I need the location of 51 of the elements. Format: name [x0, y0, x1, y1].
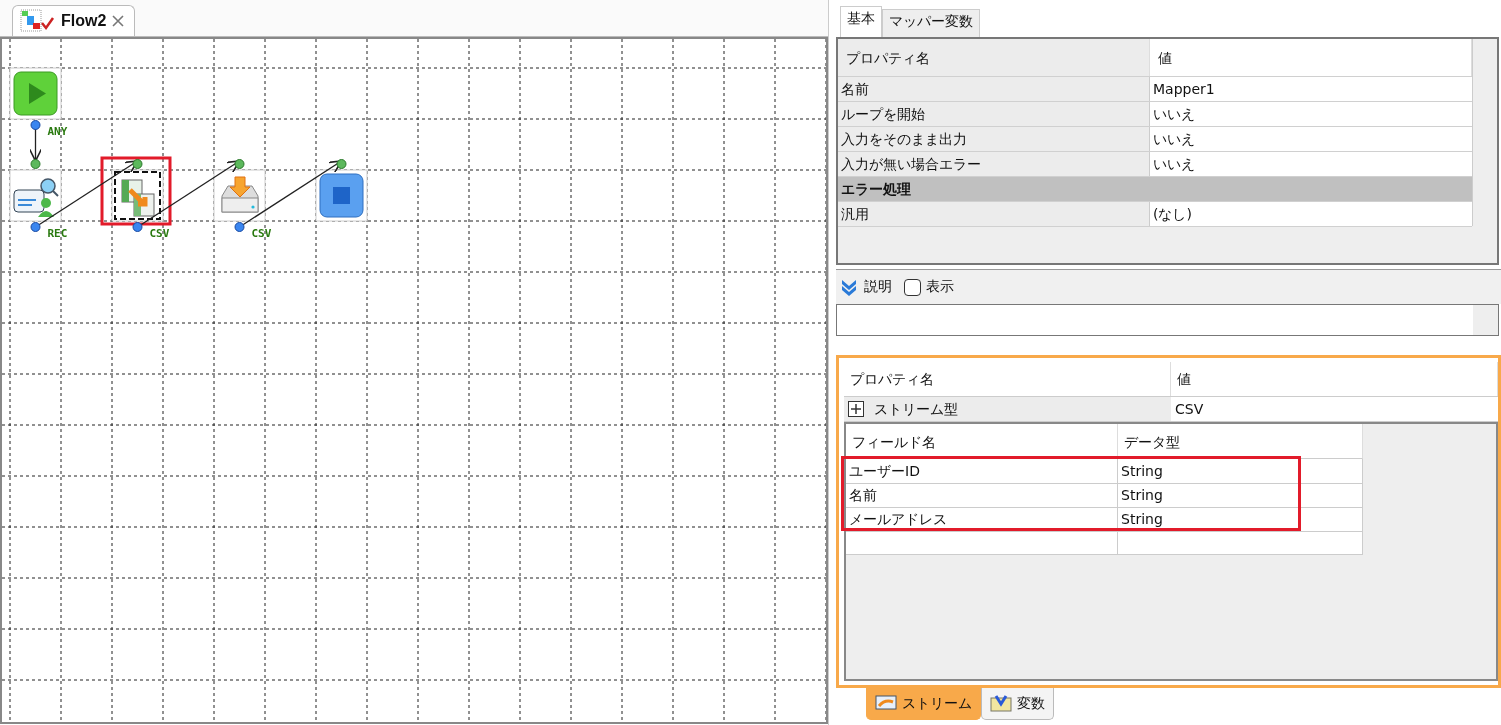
column-header: 値	[1171, 362, 1498, 396]
end-node[interactable]	[315, 169, 368, 222]
property-name: 入力が無い場合エラー	[838, 152, 1150, 176]
expand-icon[interactable]	[848, 401, 864, 417]
property-value[interactable]: いいえ	[1150, 127, 1472, 151]
section-header: エラー処理	[840, 180, 912, 199]
port-label: CSV	[251, 227, 272, 240]
port-dot[interactable]	[234, 222, 245, 232]
description-field[interactable]	[836, 304, 1499, 336]
stream-icon	[875, 694, 897, 713]
panel-tab[interactable]: 変数	[981, 688, 1054, 720]
mapper-node[interactable]	[100, 156, 172, 226]
property-name: ループを開始	[838, 102, 1150, 126]
property-value[interactable]: CSV	[1171, 397, 1498, 421]
property-value[interactable]: いいえ	[1150, 102, 1472, 126]
close-icon[interactable]	[112, 15, 125, 27]
port-dot[interactable]	[132, 159, 143, 169]
chevron-down-icon[interactable]	[840, 278, 858, 296]
show-checkbox[interactable]: 表示	[904, 278, 954, 296]
port-dot[interactable]	[234, 159, 245, 169]
property-value[interactable]: (なし)	[1150, 202, 1472, 226]
port-dot[interactable]	[30, 120, 41, 130]
port-label: CSV	[149, 227, 170, 240]
property-value[interactable]: Mapper1	[1150, 77, 1472, 101]
port-dot[interactable]	[336, 159, 347, 169]
description-label: 説明	[864, 278, 892, 296]
writer-node[interactable]	[213, 169, 266, 222]
flow-icon	[19, 9, 55, 33]
property-tab[interactable]: 基本	[840, 6, 882, 38]
property-name: 入力をそのまま出力	[838, 127, 1150, 151]
panel-tab[interactable]: ストリーム	[866, 688, 981, 720]
port-dot[interactable]	[30, 159, 41, 169]
property-tab[interactable]: マッパー変数	[882, 9, 980, 38]
property-name: 名前	[838, 77, 1150, 101]
port-dot[interactable]	[30, 222, 41, 232]
editor-tab[interactable]: Flow2	[12, 5, 136, 36]
table-cell[interactable]	[846, 531, 1118, 555]
port-label: REC	[47, 227, 68, 240]
reader-node[interactable]	[9, 169, 62, 222]
variable-icon	[990, 694, 1012, 713]
port-label: ANY	[47, 125, 68, 138]
port-dot[interactable]	[132, 222, 143, 232]
property-value[interactable]: いいえ	[1150, 152, 1472, 176]
column-header: プロパティ名	[844, 362, 1171, 396]
checkbox[interactable]	[904, 278, 921, 296]
start-node[interactable]	[9, 67, 62, 120]
property-name: 汎用	[838, 202, 1150, 226]
column-header: プロパティ名	[838, 39, 1150, 76]
tab-title: Flow2	[61, 12, 107, 30]
table-cell[interactable]	[1118, 531, 1363, 555]
property-name: ストリーム型	[874, 400, 958, 419]
